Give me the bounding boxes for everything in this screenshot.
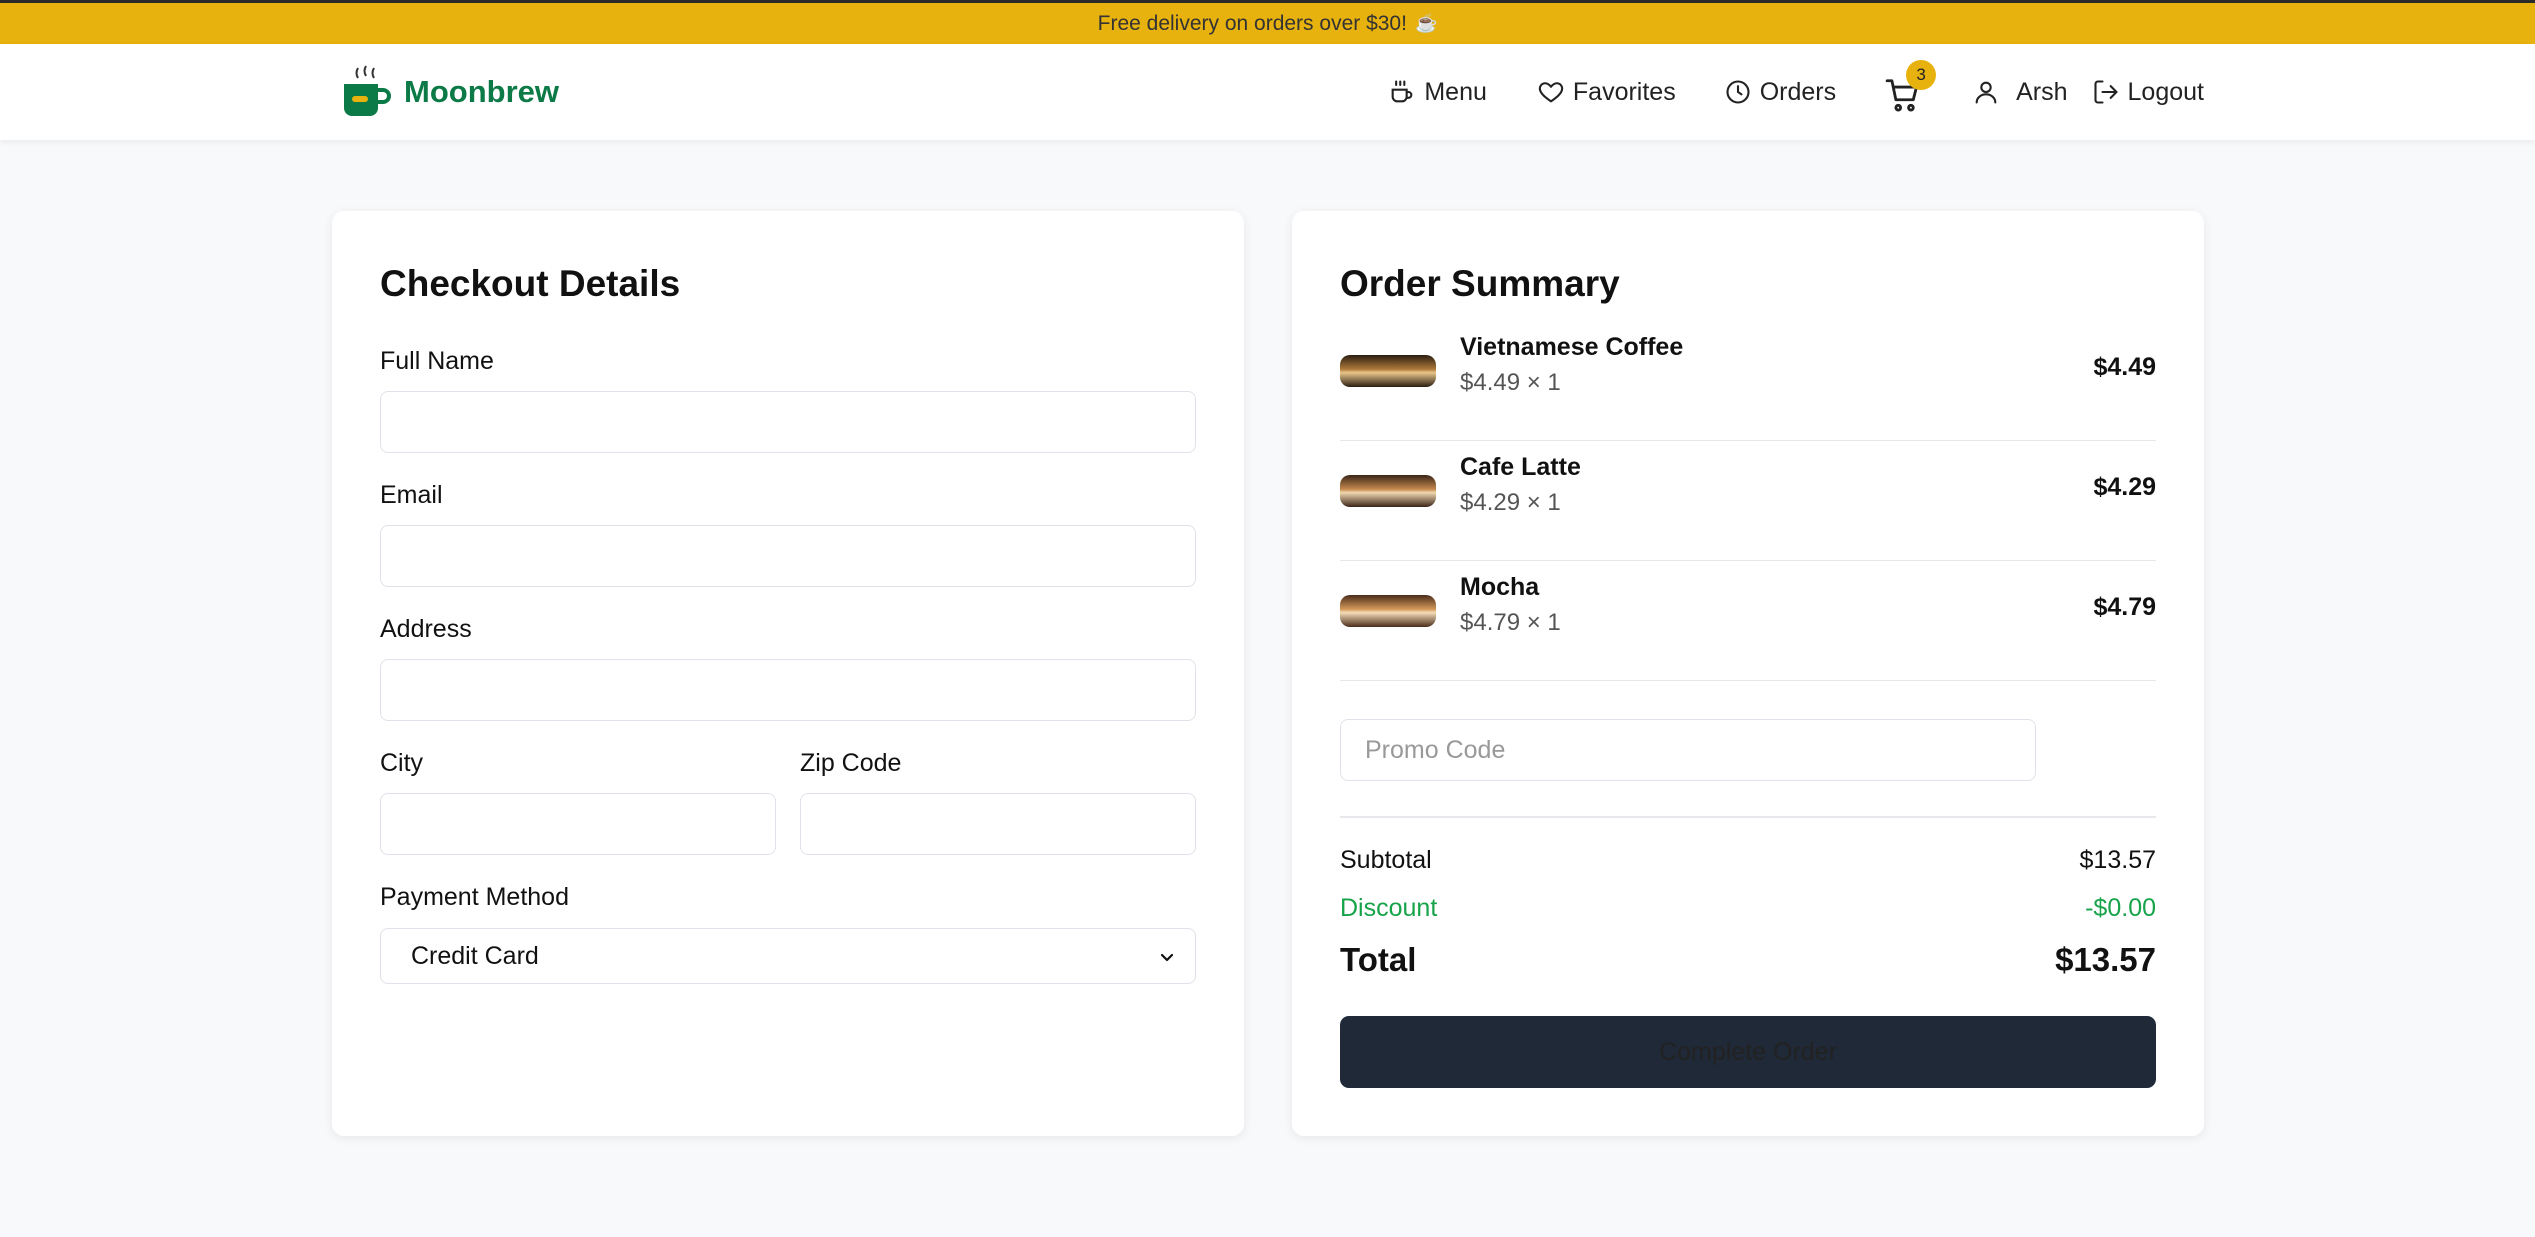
item-price: $4.79 — [2093, 593, 2156, 621]
logout-label: Logout — [2127, 77, 2204, 106]
total-value: $13.57 — [2055, 941, 2156, 978]
address-label: Address — [380, 615, 472, 643]
cup-icon — [1391, 80, 1413, 103]
zip-code-label: Zip Code — [800, 749, 902, 777]
brand-name: Moonbrew — [404, 74, 559, 109]
nav-orders-link[interactable]: Orders — [1724, 78, 1836, 107]
cart-button[interactable]: 3 — [1884, 60, 1937, 112]
user-profile-link[interactable]: Arsh — [1972, 77, 2068, 107]
nav-links: Menu Favorites Orders 3 Arsh Logout — [1388, 44, 2204, 140]
product-thumbnail-image — [1340, 355, 1436, 387]
divider — [1340, 816, 2156, 818]
logout-link[interactable]: Logout — [2092, 78, 2204, 107]
brand-link[interactable]: Moonbrew — [340, 64, 559, 120]
payment-method-label: Payment Method — [380, 883, 569, 911]
coffee-icon: ☕ — [1414, 13, 1438, 33]
nav-menu-link[interactable]: Menu — [1388, 78, 1487, 107]
email-input[interactable] — [380, 525, 1196, 587]
announcement-bar: Free delivery on orders over $30! ☕ — [0, 0, 2535, 44]
logout-icon — [2093, 80, 2118, 104]
subtotal-value: $13.57 — [2079, 846, 2156, 874]
top-navbar: Moonbrew Menu Favorites Orders 3 Arsh Lo… — [0, 44, 2535, 140]
nav-menu-label: Menu — [1424, 77, 1487, 106]
order-item-row: Cafe Latte $4.29 × 1 $4.29 — [1340, 441, 2156, 561]
item-quantity-line: $4.49 × 1 — [1460, 369, 1561, 396]
nav-orders-label: Orders — [1759, 77, 1837, 106]
payment-method-select[interactable]: Credit Card — [380, 928, 1196, 984]
item-name: Vietnamese Coffee — [1460, 333, 1684, 361]
clock-icon — [1726, 80, 1750, 104]
announcement-text: Free delivery on orders over $30! — [1097, 11, 1407, 35]
item-price: $4.29 — [2093, 473, 2156, 501]
complete-order-button[interactable]: Complete Order — [1340, 1016, 2156, 1088]
chevron-down-icon — [1160, 953, 1174, 962]
zip-code-input[interactable] — [800, 793, 1196, 855]
product-thumbnail-image — [1340, 595, 1436, 627]
nav-favorites-link[interactable]: Favorites — [1537, 78, 1676, 107]
discount-label: Discount — [1340, 894, 1438, 922]
order-item-row: Mocha $4.79 × 1 $4.79 — [1340, 561, 2156, 681]
checkout-details-card: Checkout Details Full Name Email Address… — [332, 211, 1244, 1136]
cart-count-badge: 3 — [1906, 60, 1937, 90]
promo-code-input[interactable] — [1340, 719, 2036, 781]
full-name-input[interactable] — [380, 391, 1196, 453]
heart-icon — [1538, 82, 1564, 103]
discount-value: -$0.00 — [2085, 894, 2156, 922]
item-quantity-line: $4.29 × 1 — [1460, 489, 1561, 516]
payment-method-value: Credit Card — [411, 941, 539, 970]
full-name-label: Full Name — [380, 347, 494, 375]
order-summary-title: Order Summary — [1340, 263, 1620, 304]
address-input[interactable] — [380, 659, 1196, 721]
subtotal-label: Subtotal — [1340, 846, 1432, 874]
subtotal-row: Subtotal $13.57 — [1340, 846, 2156, 875]
city-label: City — [380, 749, 424, 777]
item-name: Mocha — [1460, 573, 1540, 601]
city-input[interactable] — [380, 793, 776, 855]
item-quantity-line: $4.79 × 1 — [1460, 609, 1561, 636]
user-icon — [1975, 81, 1997, 104]
total-row: Total $13.57 — [1340, 941, 2156, 979]
order-summary-card: Order Summary Subtotal $13.57 Discount -… — [1292, 211, 2204, 1136]
order-item-row: Vietnamese Coffee $4.49 × 1 $4.49 — [1340, 321, 2156, 441]
item-name: Cafe Latte — [1460, 453, 1581, 481]
product-thumbnail-image — [1340, 475, 1436, 507]
user-name: Arsh — [2016, 77, 2068, 106]
checkout-title: Checkout Details — [380, 263, 681, 304]
total-label: Total — [1340, 941, 1417, 978]
coffee-cup-logo-icon — [344, 65, 391, 116]
discount-row: Discount -$0.00 — [1340, 894, 2156, 923]
item-price: $4.49 — [2093, 353, 2156, 381]
nav-favorites-label: Favorites — [1572, 77, 1676, 106]
email-label: Email — [380, 481, 443, 509]
